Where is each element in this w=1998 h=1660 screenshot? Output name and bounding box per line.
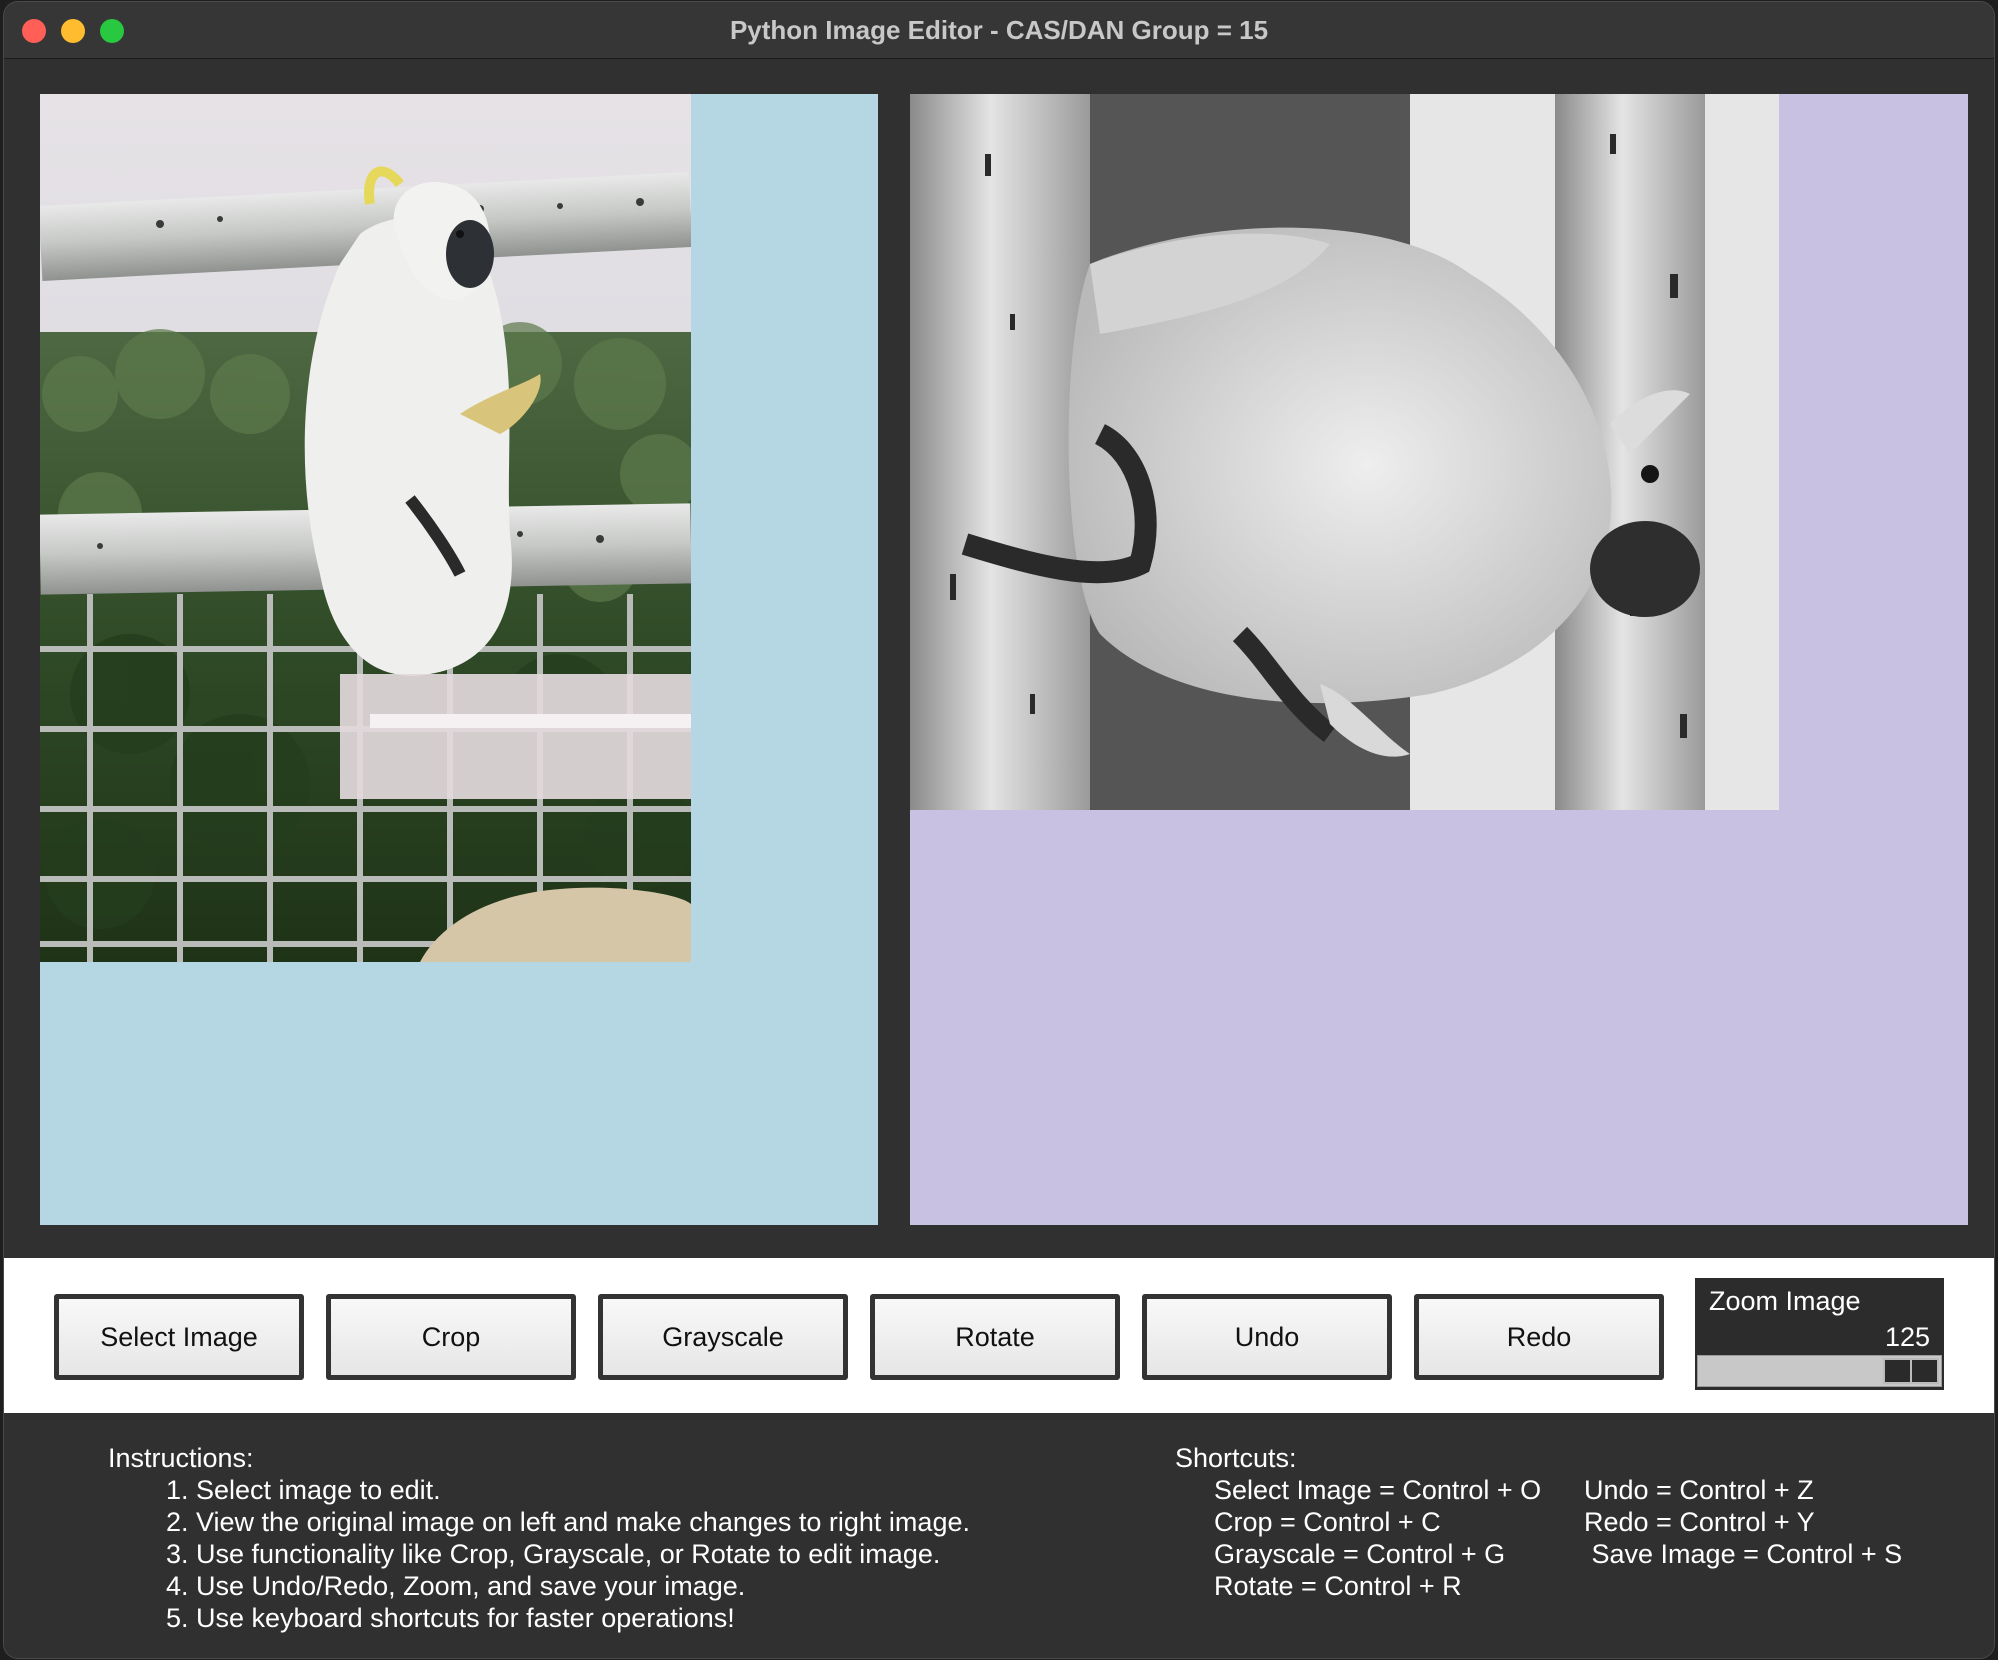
zoom-label: Zoom Image bbox=[1709, 1286, 1861, 1316]
shortcut-item: Crop = Control + C bbox=[1214, 1507, 1441, 1537]
original-image-canvas bbox=[40, 94, 878, 1225]
zoom-slider-handle[interactable] bbox=[1883, 1358, 1939, 1384]
original-cockatoo-image bbox=[40, 94, 691, 962]
edited-cockatoo-image bbox=[910, 94, 1779, 810]
instruction-item: 5. Use keyboard shortcuts for faster ope… bbox=[166, 1603, 735, 1633]
toolbar: Select Image Crop Grayscale Rotate Undo … bbox=[4, 1258, 1994, 1413]
instruction-item: 3. Use functionality like Crop, Grayscal… bbox=[166, 1539, 941, 1569]
zoom-control: Zoom Image 125 bbox=[1695, 1278, 1944, 1390]
edited-image-canvas bbox=[910, 94, 1968, 1225]
rotate-button[interactable]: Rotate bbox=[870, 1294, 1120, 1380]
instruction-item: 1. Select image to edit. bbox=[166, 1475, 441, 1505]
app-window: Python Image Editor - CAS/DAN Group = 15 bbox=[4, 2, 1994, 1658]
shortcut-item: Grayscale = Control + G bbox=[1214, 1539, 1506, 1569]
shortcuts-heading: Shortcuts: bbox=[1175, 1443, 1297, 1473]
title-bar: Python Image Editor - CAS/DAN Group = 15 bbox=[4, 2, 1994, 59]
shortcut-item: Undo = Control + Z bbox=[1584, 1475, 1814, 1505]
help-section: Instructions: 1. Select image to edit. 2… bbox=[4, 1413, 1994, 1658]
zoom-value: 125 bbox=[1884, 1322, 1930, 1352]
select-image-button[interactable]: Select Image bbox=[54, 1294, 304, 1380]
shortcut-item: Select Image = Control + O bbox=[1214, 1475, 1542, 1505]
window-title: Python Image Editor - CAS/DAN Group = 15 bbox=[729, 15, 1269, 45]
shortcut-item: Save Image = Control + S bbox=[1584, 1539, 1903, 1569]
grayscale-button[interactable]: Grayscale bbox=[598, 1294, 848, 1380]
redo-button[interactable]: Redo bbox=[1414, 1294, 1664, 1380]
shortcut-item: Redo = Control + Y bbox=[1584, 1507, 1815, 1537]
instructions-heading: Instructions: bbox=[108, 1443, 254, 1473]
instruction-item: 2. View the original image on left and m… bbox=[166, 1507, 970, 1537]
undo-button[interactable]: Undo bbox=[1142, 1294, 1392, 1380]
crop-button[interactable]: Crop bbox=[326, 1294, 576, 1380]
zoom-slider[interactable] bbox=[1697, 1355, 1942, 1387]
instruction-item: 4. Use Undo/Redo, Zoom, and save your im… bbox=[166, 1571, 746, 1601]
shortcut-item: Rotate = Control + R bbox=[1214, 1571, 1462, 1601]
